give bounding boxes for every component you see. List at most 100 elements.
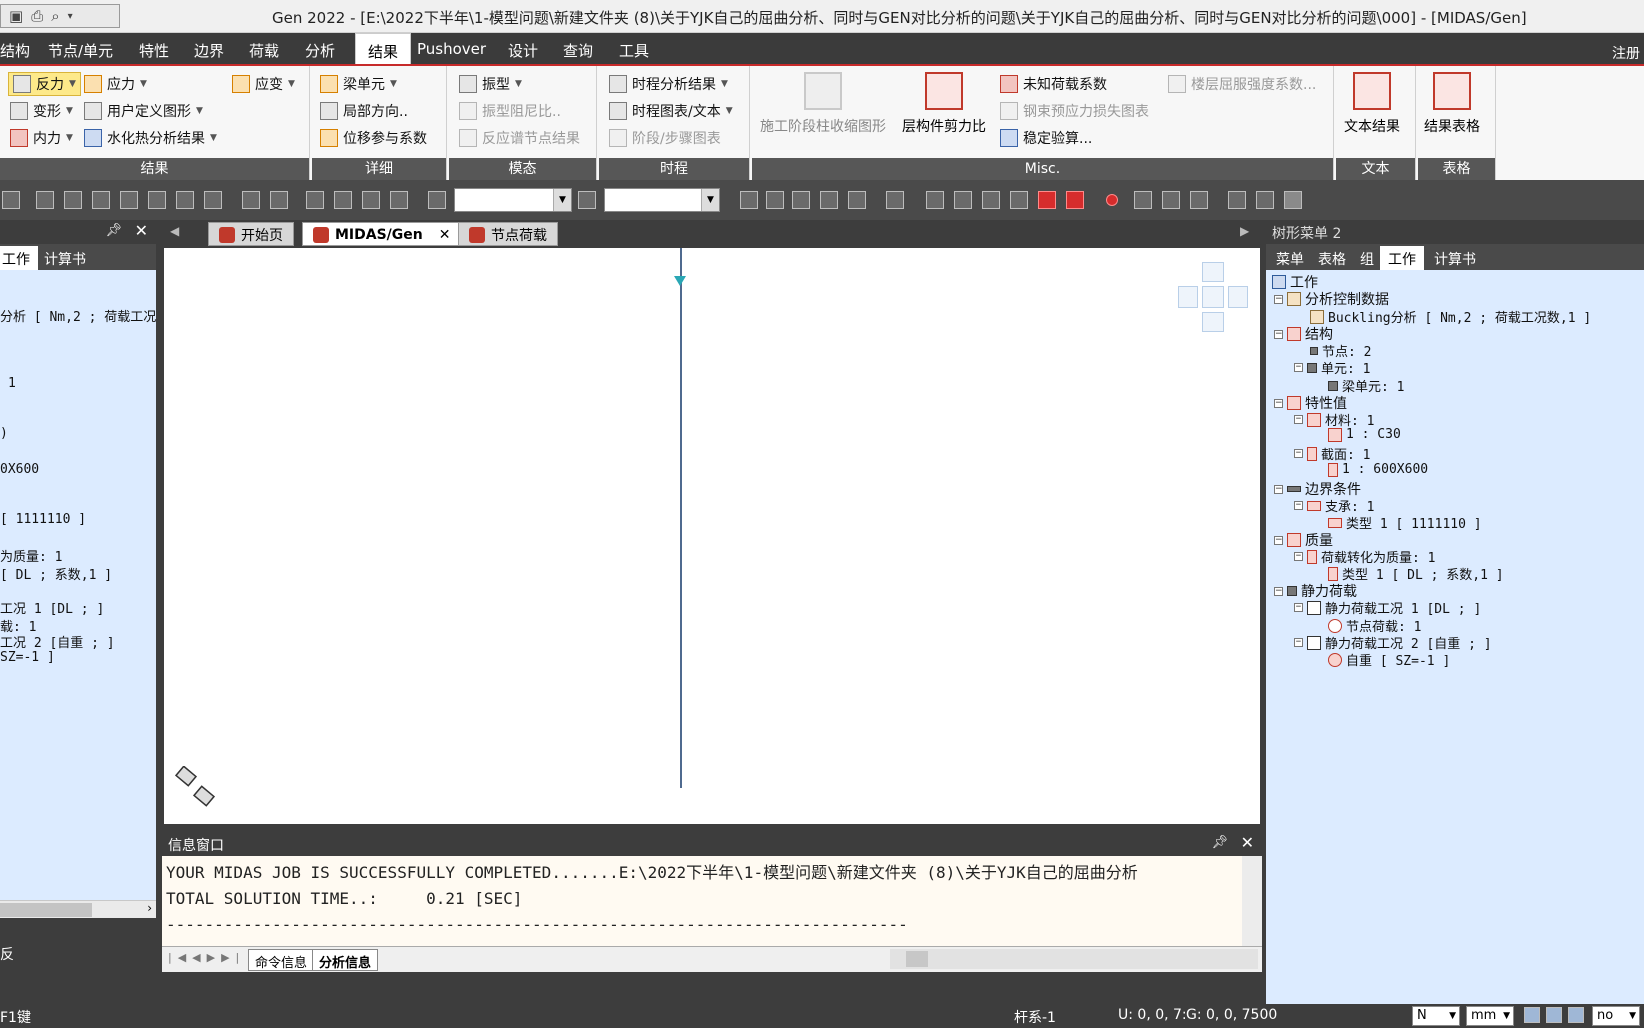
menu-node-element[interactable]: 节点/单元	[48, 40, 113, 61]
message-vertical-scrollbar[interactable]	[1242, 856, 1262, 946]
shear-ratio-button[interactable]: 层构件剪力比	[902, 72, 986, 136]
collapse-icon[interactable]: −	[1274, 586, 1283, 596]
tab-midas-gen[interactable]: MIDAS/Gen ✕	[302, 222, 462, 246]
menu-query[interactable]: 查询	[563, 40, 593, 61]
disp-factor-button[interactable]: 位移参与系数	[320, 128, 427, 148]
collapse-icon[interactable]: −	[1274, 535, 1283, 545]
tab-group[interactable]: 组	[1352, 246, 1382, 270]
tendon-loss-button[interactable]: 钢束预应力损失图表	[1000, 101, 1149, 121]
beam-element-button[interactable]: 梁单元 ▼	[320, 74, 397, 94]
close-icon[interactable]: ✕	[1241, 833, 1254, 852]
chevron-right-icon[interactable]: ›	[147, 901, 152, 915]
tree-item-load-case-1[interactable]: − 静力荷载工况 1 [DL ; ]	[1294, 598, 1481, 617]
front-view-icon[interactable]	[954, 191, 972, 209]
tree-item-analysis-control[interactable]: − 分析控制数据	[1274, 289, 1389, 309]
display-option-icon[interactable]	[1066, 191, 1084, 209]
tab-report[interactable]: 计算书	[1426, 246, 1484, 270]
th-graph-button[interactable]: 时程图表/文本 ▼	[609, 101, 733, 121]
tab-work[interactable]: 工作	[1380, 246, 1424, 270]
tab-nav-arrows[interactable]: |◀◀▶▶|	[168, 951, 245, 964]
node-line-icon[interactable]	[1134, 191, 1152, 209]
scroll-thumb[interactable]	[906, 951, 928, 967]
tab-start-page[interactable]: 开始页	[208, 222, 294, 246]
pin-icon[interactable]: 📌︎	[105, 223, 122, 238]
lock-icon[interactable]	[1256, 191, 1274, 209]
register-link[interactable]: 注册	[1612, 43, 1640, 63]
tab-tables[interactable]: 表格	[1310, 246, 1354, 270]
select-intersect-icon[interactable]	[120, 191, 138, 209]
node-table-icon[interactable]	[740, 191, 758, 209]
weight-icon[interactable]	[848, 191, 866, 209]
scroll-thumb[interactable]	[0, 903, 92, 917]
unselect-all-icon[interactable]	[390, 191, 408, 209]
pointer-icon[interactable]	[428, 191, 446, 209]
collapse-icon[interactable]: −	[1274, 484, 1283, 494]
th-result-button[interactable]: 时程分析结果 ▼	[609, 74, 728, 94]
tab-menu[interactable]: 菜单	[1268, 246, 1312, 270]
unknown-load-button[interactable]: 未知荷载系数	[1000, 74, 1107, 94]
model-view[interactable]	[162, 246, 1262, 826]
tab-analysis-info[interactable]: 分析信息	[312, 949, 379, 971]
collapse-icon[interactable]: −	[1294, 501, 1303, 510]
grid-snap-icon[interactable]	[1546, 1007, 1562, 1023]
tab-command-info[interactable]: 命令信息	[248, 949, 315, 971]
preview-icon[interactable]: ⌕	[51, 7, 59, 25]
menu-tools[interactable]: 工具	[619, 40, 649, 61]
tree-item-self-weight[interactable]: 自重 [ SZ=-1 ]	[1328, 650, 1450, 669]
tree-item-material-c30[interactable]: 1 : C30	[1328, 427, 1401, 442]
tree-item-sections[interactable]: − 截面: 1	[1294, 444, 1370, 463]
stability-button[interactable]: 稳定验算...	[1000, 128, 1092, 148]
select-plane-icon[interactable]	[148, 191, 166, 209]
collapse-icon[interactable]: −	[1274, 294, 1283, 304]
mode-shape-button[interactable]: 振型 ▼	[459, 74, 522, 94]
close-icon[interactable]: ✕	[135, 221, 148, 240]
menu-pushover[interactable]: Pushover	[417, 40, 486, 58]
collapse-icon[interactable]: −	[1294, 363, 1303, 372]
save-icon[interactable]: ▣	[9, 7, 23, 25]
view-cube-left[interactable]	[1178, 286, 1198, 308]
display-icon[interactable]	[1038, 191, 1056, 209]
view-cube-center[interactable]	[1202, 286, 1224, 308]
yield-strength-button[interactable]: 楼层屈服强度系数...	[1168, 74, 1316, 94]
user-diagram-button[interactable]: 用户定义图形 ▼	[84, 101, 203, 121]
result-table-button[interactable]: 结果表格	[1424, 72, 1480, 136]
select-icon[interactable]	[2, 191, 20, 209]
collapse-icon[interactable]: −	[1274, 398, 1283, 408]
chevron-down-icon[interactable]: ▼	[553, 189, 571, 211]
lock-active-icon[interactable]	[1284, 191, 1302, 209]
trim-icon[interactable]	[1190, 191, 1208, 209]
customize-icon[interactable]: ▾	[68, 11, 73, 22]
beam-member[interactable]	[680, 248, 682, 788]
tree-item-section-600[interactable]: 1 : 600X600	[1328, 462, 1428, 477]
unselect-window-icon[interactable]	[334, 191, 352, 209]
view-cube[interactable]	[1178, 262, 1248, 332]
print-icon[interactable]: ⎙	[31, 7, 43, 25]
close-icon[interactable]: ✕	[439, 227, 451, 243]
menu-design[interactable]: 设计	[508, 40, 538, 61]
left-horizontal-scrollbar[interactable]: ›	[0, 900, 156, 918]
local-direction-button[interactable]: 局部方向..	[320, 101, 408, 121]
stress-button[interactable]: 应力 ▼	[84, 74, 147, 94]
force-button[interactable]: 内力 ▼	[10, 128, 73, 148]
tab-node-load[interactable]: 节点荷载	[458, 222, 558, 246]
iso-view-icon[interactable]	[982, 191, 1000, 209]
chevron-down-icon[interactable]: ▼	[701, 189, 719, 211]
pin-icon[interactable]: 📌︎	[1211, 835, 1228, 850]
select-single-icon[interactable]	[36, 191, 54, 209]
tree-item-support-type[interactable]: 类型 1 [ 1111110 ]	[1328, 513, 1482, 532]
strain-button[interactable]: 应变 ▼	[232, 74, 295, 94]
quick-access-toolbar[interactable]: ▣ ⎙ ⌕ ▾	[0, 4, 120, 28]
zoom-fit-icon[interactable]	[926, 191, 944, 209]
menu-results[interactable]: 结果	[355, 33, 412, 66]
copy-icon[interactable]	[1228, 191, 1246, 209]
chevron-left-icon[interactable]: ◀	[170, 224, 179, 238]
collapse-icon[interactable]: −	[1274, 329, 1283, 339]
tree-item-buckling[interactable]: Buckling分析 [ Nm,2 ; 荷载工况数,1 ]	[1310, 307, 1591, 326]
force-unit-select[interactable]: N ▼	[1412, 1006, 1460, 1026]
unselect-polygon-icon[interactable]	[362, 191, 380, 209]
menu-boundary[interactable]: 边界	[194, 40, 224, 61]
menu-properties[interactable]: 特性	[139, 40, 169, 61]
collapse-icon[interactable]: −	[1294, 603, 1303, 612]
last-select[interactable]: no ▼	[1592, 1006, 1640, 1026]
menu-load[interactable]: 荷载	[249, 40, 279, 61]
